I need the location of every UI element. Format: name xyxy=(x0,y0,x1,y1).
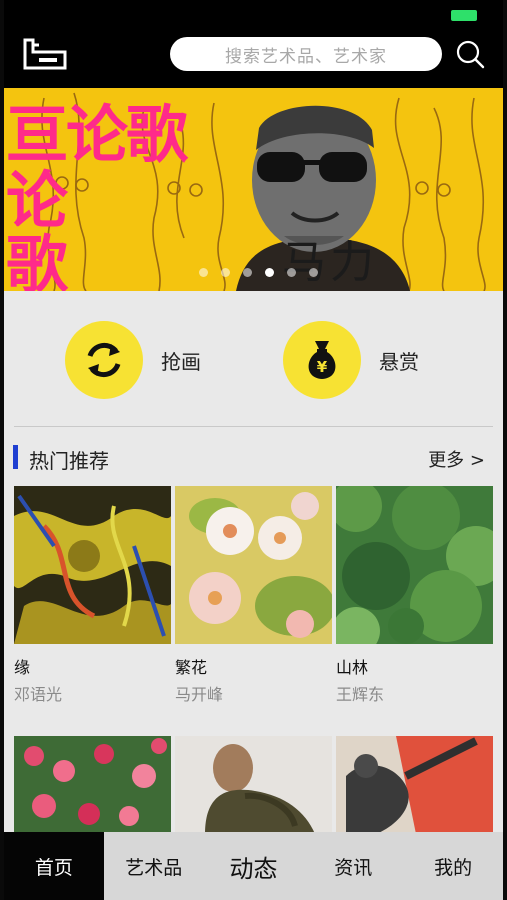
artwork-card[interactable]: 缘 邓语光 xyxy=(14,486,171,705)
tab-profile[interactable]: 我的 xyxy=(403,832,503,900)
artwork-artist: 邓语光 xyxy=(14,685,63,704)
carousel-dot[interactable] xyxy=(243,268,252,277)
carousel-dot[interactable] xyxy=(221,268,230,277)
quick-actions: 抢画 ¥ 悬赏 xyxy=(4,291,503,426)
hot-recommend-header: 热门推荐 更多 > xyxy=(4,440,503,476)
artwork-card[interactable] xyxy=(14,736,171,834)
carousel-dot[interactable] xyxy=(309,268,318,277)
carousel-indicator xyxy=(199,268,318,277)
artwork-title: 缘 xyxy=(14,658,31,677)
banner-pink-char: 歌 xyxy=(6,228,68,291)
svg-text:¥: ¥ xyxy=(317,358,328,376)
hero-banner[interactable]: 亘论歌 论 歌 马力 xyxy=(4,88,503,291)
app-screen: 搜索艺术品、艺术家 亘论歌 论 歌 马力 抢画 ¥ 悬赏 热门推荐 更多 > 缘… xyxy=(4,0,503,900)
tab-home[interactable]: 首页 xyxy=(4,832,104,900)
more-link[interactable]: 更多 > xyxy=(428,446,485,472)
artwork-card[interactable] xyxy=(175,736,332,834)
carousel-dot-active[interactable] xyxy=(265,268,274,277)
grab-painting-label: 抢画 xyxy=(161,349,201,374)
search-placeholder: 搜索艺术品、艺术家 xyxy=(225,46,387,67)
section-divider xyxy=(14,426,493,427)
money-bag-icon: ¥ xyxy=(283,321,361,399)
artwork-title: 繁花 xyxy=(175,658,208,677)
tab-news[interactable]: 资讯 xyxy=(303,832,403,900)
refresh-icon xyxy=(65,321,143,399)
artwork-image xyxy=(175,736,332,834)
tab-feed[interactable]: 动态 xyxy=(204,832,304,900)
artwork-image xyxy=(336,736,493,834)
artwork-artist: 王辉东 xyxy=(336,685,385,704)
brand-logo-icon[interactable] xyxy=(22,38,68,70)
carousel-dot[interactable] xyxy=(199,268,208,277)
battery-icon xyxy=(451,10,477,21)
artwork-card[interactable] xyxy=(336,736,493,834)
carousel-dot[interactable] xyxy=(287,268,296,277)
artwork-image xyxy=(14,486,171,644)
artwork-image xyxy=(175,486,332,644)
tab-artworks[interactable]: 艺术品 xyxy=(104,832,204,900)
bounty-label: 悬赏 xyxy=(379,349,419,374)
search-input[interactable]: 搜索艺术品、艺术家 xyxy=(170,37,442,71)
section-title: 热门推荐 xyxy=(29,449,109,473)
bounty-button[interactable]: ¥ 悬赏 xyxy=(283,321,419,399)
search-icon[interactable] xyxy=(455,39,485,69)
bottom-nav: 首页 艺术品 动态 资讯 我的 xyxy=(4,832,503,900)
artwork-image xyxy=(14,736,171,834)
artwork-title: 山林 xyxy=(336,658,369,677)
section-accent-bar xyxy=(13,445,18,469)
grab-painting-button[interactable]: 抢画 xyxy=(65,321,201,399)
top-bar: 搜索艺术品、艺术家 xyxy=(4,0,503,88)
banner-artist-name: 马力 xyxy=(282,237,378,288)
artwork-image xyxy=(336,486,493,644)
artwork-artist: 马开峰 xyxy=(175,685,224,704)
artwork-card[interactable]: 山林 王辉东 xyxy=(336,486,493,705)
artwork-card[interactable]: 繁花 马开峰 xyxy=(175,486,332,705)
